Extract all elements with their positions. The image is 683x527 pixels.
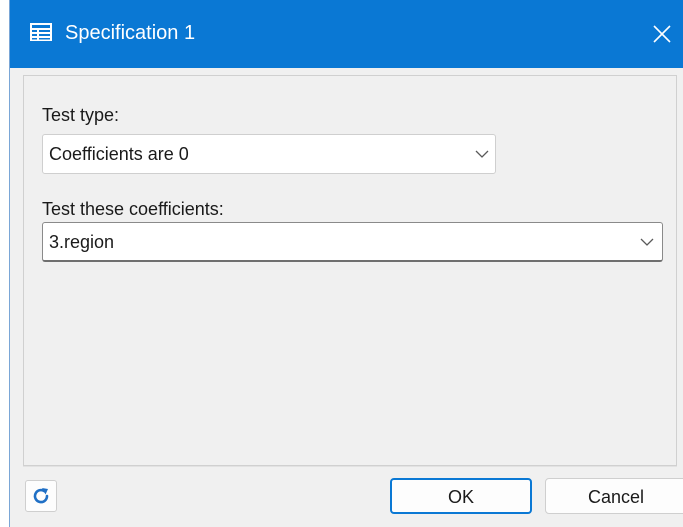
coefficients-value: 3.region — [49, 232, 115, 252]
ok-button[interactable]: OK — [390, 478, 532, 514]
coefficients-label: Test these coefficients: — [42, 199, 224, 219]
refresh-icon — [33, 488, 49, 504]
test-type-label: Test type: — [42, 105, 120, 125]
footer-divider — [23, 466, 677, 467]
refresh-button[interactable] — [25, 480, 57, 512]
test-type-dropdown[interactable]: Coefficients are 0 — [42, 134, 496, 174]
dialog-window: Specification 1 Test type: Coefficients … — [9, 0, 683, 527]
chevron-down-icon — [640, 238, 654, 246]
coefficients-dropdown[interactable]: 3.region — [42, 222, 663, 262]
title-bar: Specification 1 — [10, 0, 683, 68]
table-icon — [30, 23, 52, 41]
dialog-title: Specification 1 — [65, 22, 196, 44]
close-icon — [653, 25, 671, 43]
specification-panel: Test type: Coefficients are 0 Test these… — [23, 75, 677, 466]
chevron-down-icon — [475, 150, 489, 158]
cancel-button[interactable]: Cancel — [545, 478, 683, 514]
close-button[interactable] — [646, 18, 678, 50]
test-type-value: Coefficients are 0 — [49, 144, 189, 164]
